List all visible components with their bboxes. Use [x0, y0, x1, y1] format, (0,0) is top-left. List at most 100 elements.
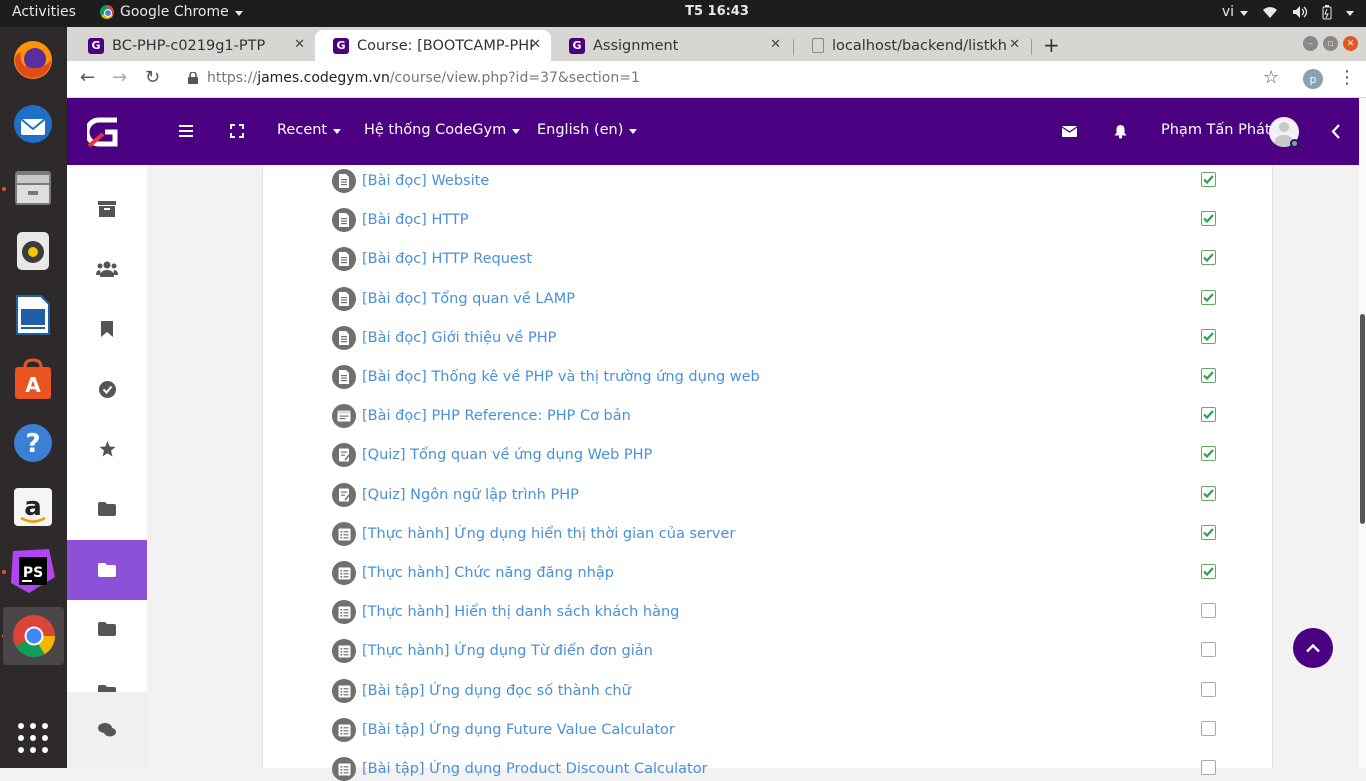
tab-course[interactable]: G Course: [BOOTCAMP-PHP ✕ — [315, 30, 551, 61]
completion-checkbox-checked[interactable] — [1201, 407, 1216, 422]
drawer-archive[interactable] — [67, 179, 147, 239]
activity-link[interactable]: [Thực hành] Ứng dụng Từ điển đơn giản — [362, 643, 653, 659]
close-icon[interactable]: ✕ — [530, 37, 541, 52]
activity-item[interactable]: [Bài đọc] HTTP — [332, 208, 469, 232]
system-tray[interactable]: vi — [1222, 4, 1354, 20]
files-icon[interactable] — [8, 162, 58, 212]
page-scrollbar[interactable] — [1359, 98, 1366, 768]
scrollbar-thumb[interactable] — [1360, 314, 1365, 524]
activity-link[interactable]: [Quiz] Ngôn ngữ lập trình PHP — [362, 487, 579, 503]
completion-checkbox[interactable] — [1201, 603, 1216, 618]
bookmark-star-icon[interactable]: ☆ — [1263, 67, 1279, 88]
chrome-icon[interactable] — [3, 607, 64, 665]
activity-link[interactable]: [Bài tập] Ứng dụng Future Value Calculat… — [362, 722, 675, 738]
activity-link[interactable]: [Thực hành] Ứng dụng hiển thị thời gian … — [362, 526, 735, 542]
new-tab-button[interactable]: + — [1043, 33, 1060, 57]
activities-button[interactable]: Activities — [12, 4, 76, 20]
activity-item[interactable]: [Bài đọc] HTTP Request — [332, 247, 532, 271]
activity-link[interactable]: [Bài đọc] HTTP Request — [362, 251, 532, 267]
app-menu[interactable]: Google Chrome — [100, 4, 243, 20]
chevron-left-icon[interactable] — [1331, 124, 1341, 139]
completion-checkbox-checked[interactable] — [1201, 250, 1216, 265]
completion-checkbox-checked[interactable] — [1201, 172, 1216, 187]
activity-link[interactable]: [Bài đọc] HTTP — [362, 212, 469, 228]
notifications-bell-icon[interactable] — [1114, 124, 1127, 139]
completion-checkbox[interactable] — [1201, 682, 1216, 697]
lock-icon[interactable] — [188, 72, 198, 84]
activity-item[interactable]: [Bài đọc] PHP Reference: PHP Cơ bản — [332, 404, 631, 428]
tab-assignment[interactable]: G Assignment ✕ — [551, 30, 791, 61]
software-center-icon[interactable]: A — [8, 354, 58, 404]
activity-item[interactable]: [Quiz] Ngôn ngữ lập trình PHP — [332, 483, 579, 507]
hamburger-menu-icon[interactable] — [179, 125, 193, 137]
completion-checkbox[interactable] — [1201, 721, 1216, 736]
tab-bc-php[interactable]: G BC-PHP-c0219g1-PTP ✕ — [70, 30, 315, 61]
activity-item[interactable]: [Thực hành] Hiển thị danh sách khách hàn… — [332, 600, 679, 624]
drawer-competencies[interactable] — [67, 359, 147, 419]
firefox-icon[interactable] — [8, 35, 58, 85]
activity-link[interactable]: [Bài đọc] Website — [362, 173, 489, 189]
drawer-section-folder-active[interactable] — [67, 540, 147, 600]
user-name[interactable]: Phạm Tấn Phát — [1161, 122, 1271, 138]
activity-link[interactable]: [Bài đọc] Tổng quan về LAMP — [362, 291, 575, 307]
maximize-icon[interactable]: ▫ — [1323, 36, 1338, 51]
profile-avatar[interactable]: p — [1303, 69, 1323, 89]
activity-item[interactable]: [Thực hành] Chức năng đăng nhập — [332, 561, 614, 585]
activity-item[interactable]: [Thực hành] Ứng dụng hiển thị thời gian … — [332, 522, 735, 546]
completion-checkbox-checked[interactable] — [1201, 486, 1216, 501]
back-to-top-button[interactable] — [1293, 628, 1333, 668]
activity-item[interactable]: [Bài đọc] Website — [332, 169, 489, 193]
codegym-logo[interactable] — [87, 114, 123, 150]
activity-link[interactable]: [Thực hành] Hiển thị danh sách khách hàn… — [362, 604, 679, 620]
url-input[interactable]: https://james.codegym.vn/course/view.php… — [207, 70, 640, 86]
drawer-grades[interactable] — [67, 419, 147, 479]
completion-checkbox-checked[interactable] — [1201, 290, 1216, 305]
forward-icon[interactable]: → — [112, 67, 127, 88]
minimize-icon[interactable]: – — [1303, 36, 1318, 51]
completion-checkbox-checked[interactable] — [1201, 564, 1216, 579]
drawer-messages[interactable] — [67, 692, 147, 768]
activity-item[interactable]: [Bài tập] Ứng dụng đọc số thành chữ — [332, 679, 631, 703]
completion-checkbox-checked[interactable] — [1201, 525, 1216, 540]
close-icon[interactable]: ✕ — [770, 37, 781, 52]
show-applications-icon[interactable] — [8, 713, 58, 763]
messages-icon[interactable] — [1062, 126, 1077, 137]
activity-item[interactable]: [Quiz] Tổng quan về ứng dụng Web PHP — [332, 443, 652, 467]
activity-link[interactable]: [Quiz] Tổng quan về ứng dụng Web PHP — [362, 447, 652, 463]
back-icon[interactable]: ← — [80, 67, 95, 88]
drawer-section-folder[interactable] — [67, 599, 147, 659]
activity-link[interactable]: [Bài đọc] Giới thiệu về PHP — [362, 330, 556, 346]
completion-checkbox-checked[interactable] — [1201, 211, 1216, 226]
language-menu[interactable]: English (en) — [537, 122, 638, 138]
completion-checkbox-checked[interactable] — [1201, 368, 1216, 383]
activity-link[interactable]: [Bài đọc] PHP Reference: PHP Cơ bản — [362, 408, 631, 424]
recent-menu[interactable]: Recent — [277, 122, 342, 138]
drawer-badges[interactable] — [67, 299, 147, 359]
tab-localhost[interactable]: localhost/backend/listkh ✕ — [794, 30, 1030, 61]
activity-link[interactable]: [Bài tập] Ứng dụng Product Discount Calc… — [362, 761, 708, 777]
activity-link[interactable]: [Bài đọc] Thống kê về PHP và thị trường … — [362, 369, 760, 385]
close-icon[interactable]: ✕ — [294, 37, 305, 52]
chrome-menu-icon[interactable]: ⋮ — [1338, 67, 1356, 88]
codegym-system-menu[interactable]: Hệ thống CodeGym — [364, 122, 521, 138]
window-close-icon[interactable]: ✕ — [1343, 36, 1358, 51]
activity-item[interactable]: [Bài tập] Ứng dụng Future Value Calculat… — [332, 718, 675, 742]
activity-item[interactable]: [Bài đọc] Tổng quan về LAMP — [332, 287, 575, 311]
drawer-participants[interactable] — [67, 239, 147, 299]
phpstorm-icon[interactable]: PS — [8, 546, 58, 596]
amazon-icon[interactable]: a — [8, 482, 58, 532]
close-icon[interactable]: ✕ — [1009, 37, 1020, 52]
thunderbird-icon[interactable] — [8, 99, 58, 149]
completion-checkbox-checked[interactable] — [1201, 446, 1216, 461]
clock[interactable]: T5 16:43 — [650, 4, 784, 19]
activity-link[interactable]: [Thực hành] Chức năng đăng nhập — [362, 565, 614, 581]
help-icon[interactable]: ? — [8, 418, 58, 468]
fullscreen-icon[interactable] — [230, 124, 244, 138]
activity-item[interactable]: [Thực hành] Ứng dụng Từ điển đơn giản — [332, 639, 653, 663]
completion-checkbox[interactable] — [1201, 642, 1216, 657]
reload-icon[interactable]: ↻ — [145, 67, 160, 88]
activity-item[interactable]: [Bài tập] Ứng dụng Product Discount Calc… — [332, 757, 708, 781]
drawer-section-folder[interactable] — [67, 659, 147, 692]
libreoffice-writer-icon[interactable] — [8, 290, 58, 340]
activity-link[interactable]: [Bài tập] Ứng dụng đọc số thành chữ — [362, 683, 631, 699]
